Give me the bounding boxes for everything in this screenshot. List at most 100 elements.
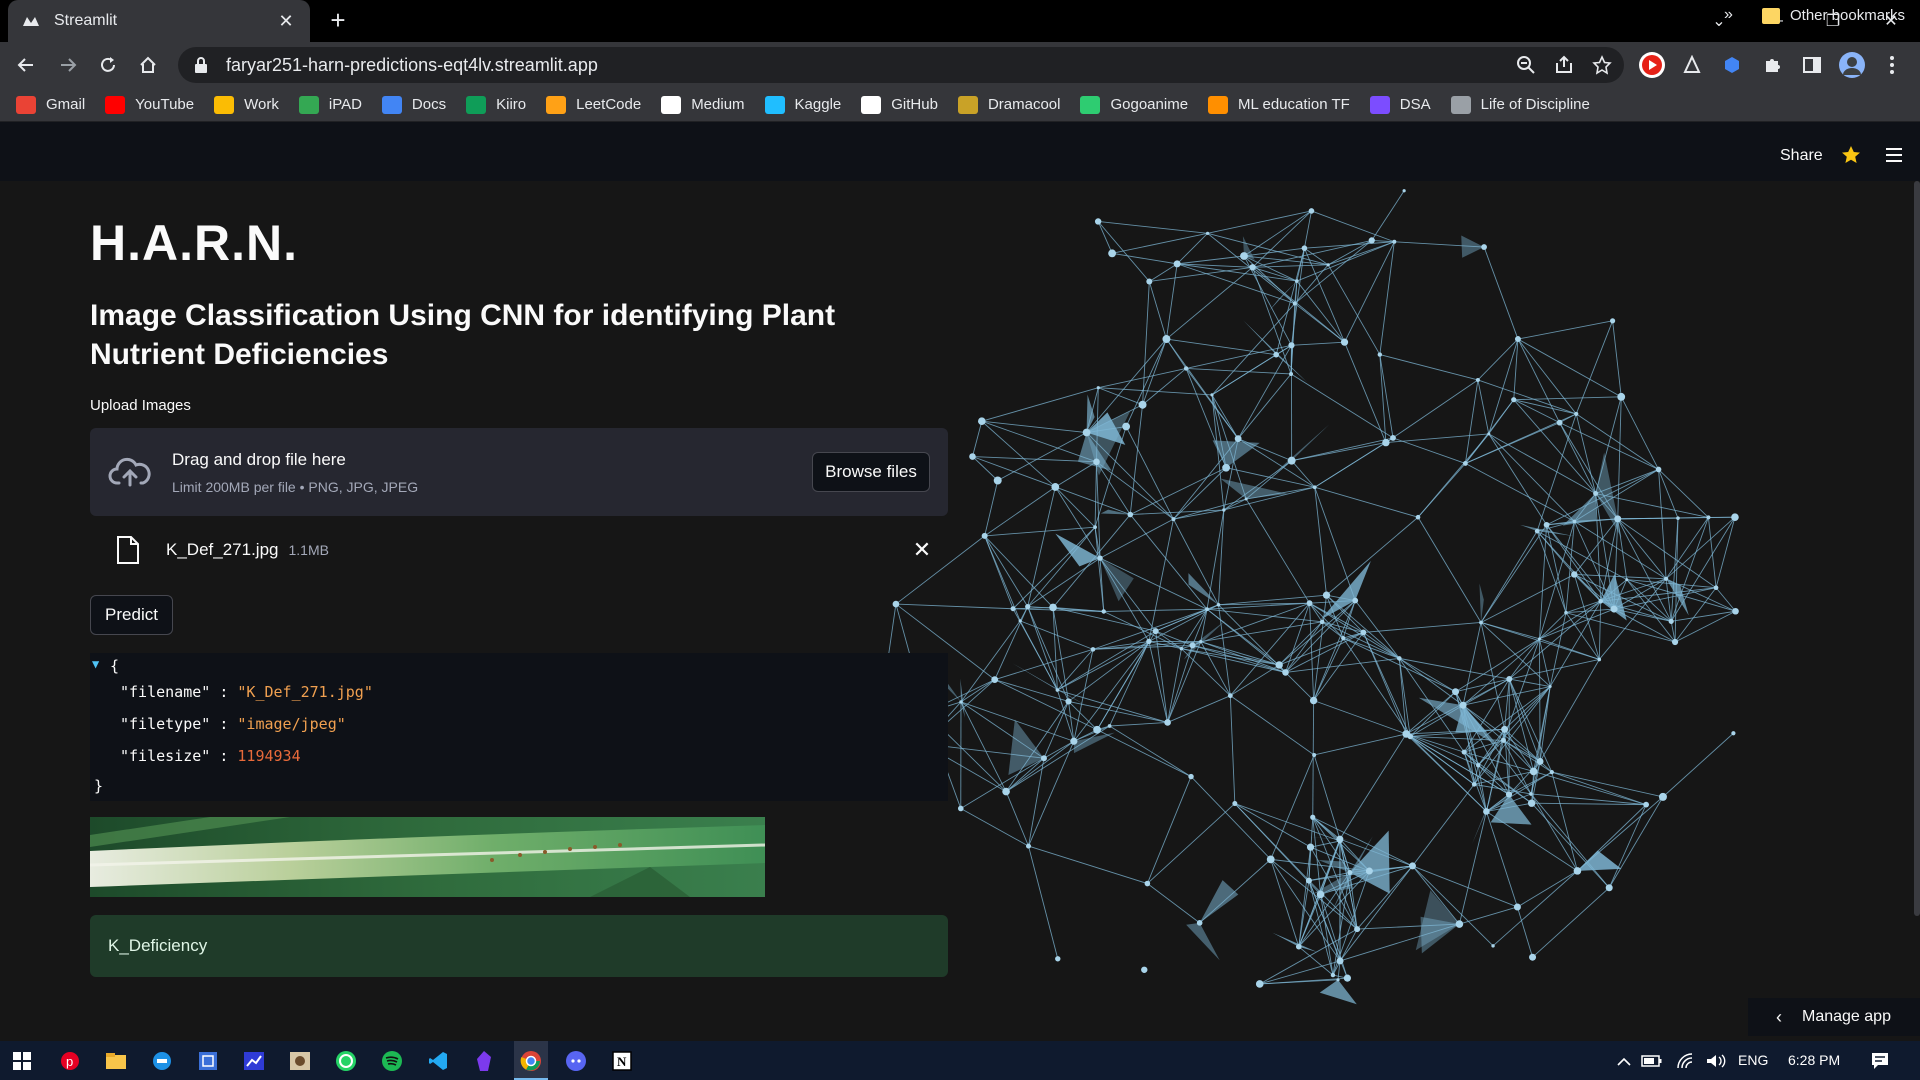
notifications-icon[interactable] [1868, 1049, 1892, 1073]
uploaded-leaf-image [90, 817, 765, 897]
manage-app-button[interactable]: ‹ Manage app [1748, 998, 1920, 1036]
svg-text:N: N [617, 1054, 627, 1069]
pinterest-icon[interactable]: p [58, 1049, 82, 1073]
other-bookmarks-label: Other bookmarks [1790, 7, 1906, 24]
bookmark-gogoanime[interactable]: Gogoanime [1080, 95, 1188, 114]
browse-files-button[interactable]: Browse files [812, 452, 930, 492]
wifi-icon[interactable] [1674, 1049, 1698, 1073]
json-separator: : [219, 747, 229, 765]
extension-a-icon[interactable] [1676, 49, 1708, 81]
extensions-puzzle-icon[interactable] [1756, 49, 1788, 81]
prediction-result: K_Deficiency [90, 915, 948, 977]
media-app-icon[interactable] [288, 1049, 312, 1073]
bookmark-youtube[interactable]: YouTube [105, 95, 195, 114]
tab-close-icon[interactable]: ✕ [276, 11, 296, 32]
chevron-left-icon: ‹ [1776, 1006, 1782, 1027]
tab-title: Streamlit [54, 12, 118, 29]
bookmark-gmail[interactable]: Gmail [16, 95, 85, 114]
dsa-icon [1369, 95, 1390, 114]
browser-tab[interactable]: Streamlit ✕ [8, 0, 310, 42]
language-indicator[interactable]: ENG [1738, 1052, 1768, 1068]
file-dropzone[interactable]: Drag and drop file here Limit 200MB per … [90, 428, 948, 516]
bookmark-ml-education-tf[interactable]: ML education TF [1208, 95, 1350, 114]
other-bookmarks-folder[interactable]: Other bookmarks [1762, 7, 1905, 24]
bookmark-kiiro[interactable]: Kiiro [466, 95, 526, 114]
collapse-caret-icon[interactable]: ▼ [92, 657, 99, 671]
share-button[interactable]: Share [1780, 147, 1823, 165]
extension-b-icon[interactable] [1716, 49, 1748, 81]
json-key-filetype: "filetype" [120, 715, 211, 733]
bookmarks-overflow-icon[interactable]: » [1724, 6, 1733, 24]
bookmark-label: YouTube [135, 96, 195, 113]
home-icon[interactable] [132, 49, 164, 81]
vscode-icon[interactable] [426, 1049, 450, 1073]
bookmark-work[interactable]: Work [214, 95, 279, 114]
battery-icon[interactable] [1640, 1049, 1664, 1073]
reload-icon[interactable] [92, 49, 124, 81]
side-panel-icon[interactable] [1796, 49, 1828, 81]
bookmark-dramacool[interactable]: Dramacool [957, 95, 1060, 114]
bookmark-star-icon[interactable] [1586, 49, 1618, 81]
tab-search-icon[interactable]: ⌄ [1690, 0, 1748, 42]
address-bar[interactable]: faryar251-harn-predictions-eqt4lv.stream… [178, 47, 1624, 83]
new-tab-icon[interactable]: + [326, 7, 350, 33]
bookmark-dsa[interactable]: DSA [1369, 95, 1431, 114]
manage-app-label: Manage app [1802, 1008, 1891, 1025]
life-of-discipline-icon [1450, 95, 1471, 114]
json-close-brace: } [94, 777, 104, 795]
leetcode-icon [546, 95, 567, 114]
share-page-icon[interactable] [1548, 49, 1580, 81]
bookmark-label: ML education TF [1238, 96, 1350, 113]
docker-icon[interactable] [150, 1049, 174, 1073]
json-line-filesize: "filesize" : 1194934 [120, 747, 301, 765]
windows-start-icon[interactable] [10, 1049, 34, 1073]
chrome-icon[interactable] [519, 1049, 543, 1073]
bookmark-github[interactable]: GitHub [861, 95, 938, 114]
gmail-icon [16, 95, 36, 114]
bookmark-label: Life of Discipline [1480, 96, 1590, 113]
tray-chevron-up-icon[interactable] [1612, 1049, 1636, 1073]
uploaded-file-size: 1.1MB [288, 542, 329, 558]
predict-button[interactable]: Predict [90, 595, 173, 635]
clock[interactable]: 6:28 PM [1788, 1052, 1840, 1068]
hamburger-menu-icon[interactable] [1884, 146, 1904, 164]
browser-menu-icon[interactable] [1876, 49, 1908, 81]
bookmark-label: iPAD [328, 96, 362, 113]
youtube-extension-icon[interactable] [1636, 49, 1668, 81]
page-scrollbar[interactable] [1914, 181, 1920, 916]
bookmark-leetcode[interactable]: LeetCode [546, 95, 641, 114]
forward-icon[interactable] [52, 49, 84, 81]
bookmark-life-of-discipline[interactable]: Life of Discipline [1450, 95, 1590, 114]
back-icon[interactable] [10, 49, 42, 81]
kaggle-icon [764, 95, 785, 114]
obsidian-icon[interactable] [472, 1049, 496, 1073]
docs-icon [381, 95, 402, 114]
file-explorer-icon[interactable] [104, 1049, 128, 1073]
zoom-icon[interactable] [1510, 49, 1542, 81]
app-grid-icon[interactable] [196, 1049, 220, 1073]
medium-icon [661, 95, 682, 114]
bookmark-medium[interactable]: Medium [661, 95, 745, 114]
bookmark-label: Kaggle [794, 96, 842, 113]
streamlit-favicon-icon [23, 17, 39, 26]
notion-icon[interactable]: N [610, 1049, 634, 1073]
youtube-icon [105, 95, 126, 114]
spotify-icon[interactable] [380, 1049, 404, 1073]
stocks-app-icon[interactable] [242, 1049, 266, 1073]
discord-icon[interactable] [564, 1049, 588, 1073]
bookmark-label: Work [244, 96, 279, 113]
json-line-filename: "filename" : "K_Def_271.jpg" [120, 683, 373, 701]
volume-icon[interactable] [1704, 1049, 1728, 1073]
ml-education-tf-icon [1208, 95, 1229, 114]
bookmark-label: DSA [1399, 96, 1431, 113]
profile-avatar[interactable] [1836, 49, 1868, 81]
whatsapp-icon[interactable] [334, 1049, 358, 1073]
bookmark-kaggle[interactable]: Kaggle [764, 95, 842, 114]
upload-label: Upload Images [90, 397, 191, 414]
folder-icon [1762, 7, 1780, 24]
remove-file-icon[interactable]: ✕ [910, 538, 934, 562]
bookmark-ipad[interactable]: iPAD [298, 95, 362, 114]
star-icon[interactable] [1840, 144, 1862, 166]
bookmark-docs[interactable]: Docs [381, 95, 446, 114]
bookmarks-bar: Gmail YouTube Work iPAD Docs Kiiro LeetCode Med… [0, 88, 1920, 122]
